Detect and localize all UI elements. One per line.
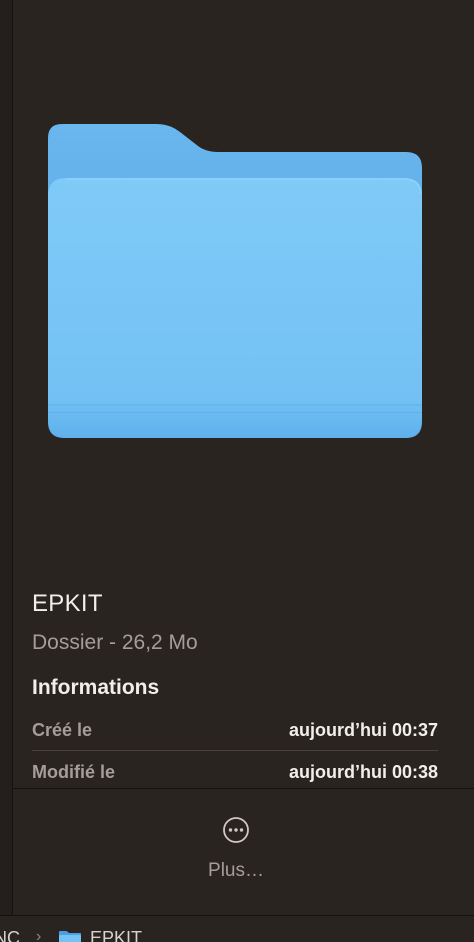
actions-divider bbox=[12, 788, 474, 789]
info-row-created: Créé le aujourd’hui 00:37 bbox=[32, 715, 438, 745]
information-heading: Informations bbox=[32, 676, 160, 699]
path-bar: NC › EPKIT bbox=[0, 916, 474, 942]
more-button[interactable]: Plus… bbox=[200, 812, 272, 890]
created-label: Créé le bbox=[32, 719, 93, 740]
breadcrumb-current[interactable]: EPKIT bbox=[90, 928, 142, 942]
modified-value: aujourd’hui 00:38 bbox=[288, 761, 438, 782]
breadcrumb-parent[interactable]: NC bbox=[0, 928, 20, 942]
created-value: aujourd’hui 00:37 bbox=[288, 719, 438, 740]
folder-icon bbox=[59, 931, 81, 942]
folder-preview-icon bbox=[48, 122, 422, 440]
file-kind-size: Dossier - 26,2 Mo bbox=[32, 631, 198, 654]
file-name: EPKIT bbox=[32, 590, 103, 617]
ellipsis-circle-icon bbox=[223, 817, 249, 843]
breadcrumb-chevron-icon: › bbox=[36, 928, 42, 942]
column-divider[interactable] bbox=[12, 0, 13, 942]
finder-preview-pane: EPKIT Dossier - 26,2 Mo Informations Cré… bbox=[0, 0, 474, 942]
more-label: Plus… bbox=[208, 860, 264, 881]
modified-label: Modifié le bbox=[32, 761, 116, 782]
file-list-edge bbox=[0, 0, 12, 942]
row-divider bbox=[32, 750, 438, 751]
folder-icon bbox=[48, 124, 422, 438]
info-row-modified: Modifié le aujourd’hui 00:38 bbox=[32, 757, 438, 787]
